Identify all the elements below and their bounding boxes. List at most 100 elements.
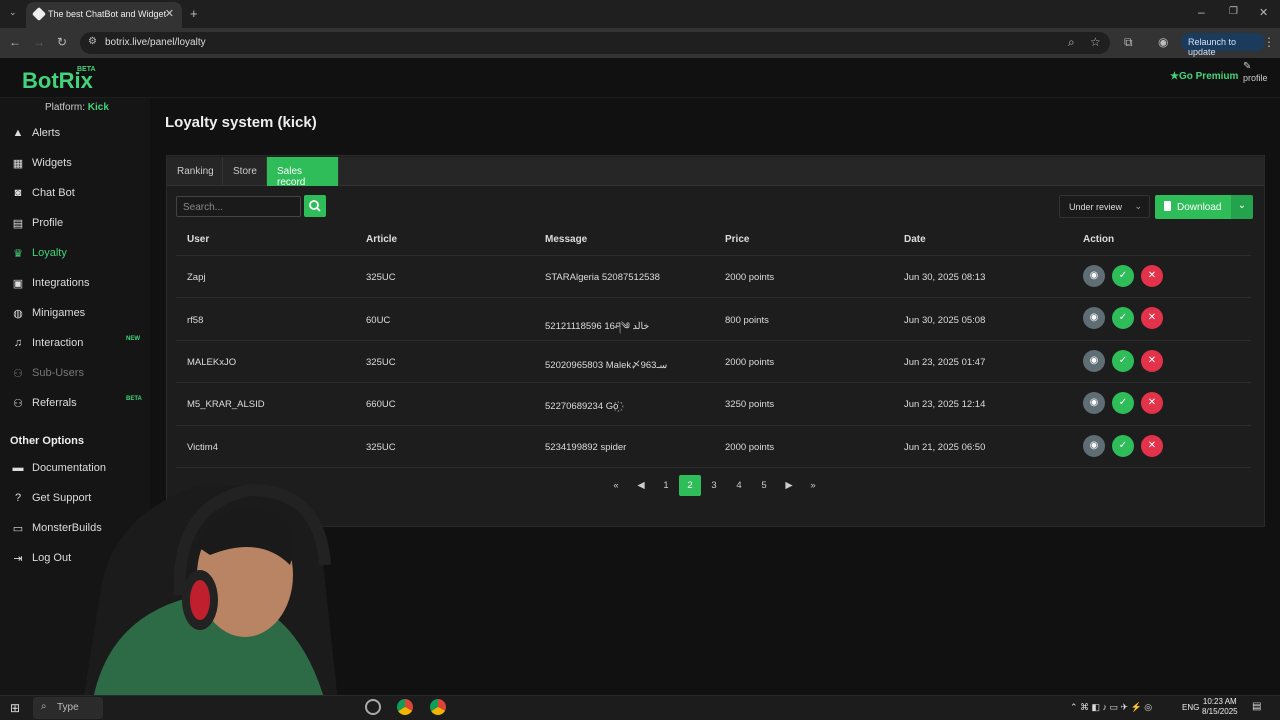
- language-indicator[interactable]: ENG: [1182, 703, 1199, 712]
- approve-button[interactable]: ✓: [1112, 435, 1134, 457]
- go-premium-label: Go Premium: [1178, 71, 1239, 82]
- next-page-button[interactable]: ▶: [778, 475, 800, 496]
- column-header-user: User: [187, 234, 210, 245]
- sidebar-item-profile[interactable]: ▤ Profile: [12, 217, 64, 230]
- edit-pen-icon: ✎: [1243, 61, 1252, 72]
- chrome-taskbar-icon[interactable]: [397, 699, 413, 715]
- view-button[interactable]: ◉: [1083, 350, 1105, 372]
- approve-button[interactable]: ✓: [1112, 350, 1134, 372]
- reject-button[interactable]: ✕: [1141, 392, 1163, 414]
- go-premium-link[interactable]: ★Go Premium: [1170, 71, 1238, 82]
- cell-price: 3250 points: [725, 399, 775, 410]
- sidebar-item-minigames[interactable]: ◍ Minigames: [12, 307, 85, 320]
- close-tab-icon[interactable]: ✕: [165, 7, 174, 20]
- zoom-icon[interactable]: ⌕: [1068, 35, 1075, 50]
- app-taskbar-icon[interactable]: [365, 699, 381, 715]
- book-icon: ▬: [12, 462, 24, 474]
- view-button[interactable]: ◉: [1083, 307, 1105, 329]
- cell-user: Victim4: [187, 442, 218, 453]
- start-windows-icon[interactable]: ⊞: [10, 701, 20, 715]
- sidebar-item-log-out[interactable]: ⇥ Log Out: [12, 552, 71, 565]
- extensions-icon[interactable]: ⧉: [1124, 35, 1133, 50]
- eye-icon: ◉: [1089, 355, 1099, 366]
- browser-menu-icon[interactable]: ⋮: [1263, 35, 1275, 49]
- eye-icon: ◉: [1089, 270, 1099, 281]
- reject-button[interactable]: ✕: [1141, 435, 1163, 457]
- sidebar-item-widgets[interactable]: ▦ Widgets: [12, 157, 72, 170]
- tab-sales-record[interactable]: Sales record: [267, 157, 339, 188]
- cell-price: 2000 points: [725, 272, 775, 283]
- tab-store[interactable]: Store: [223, 157, 267, 186]
- restore-icon[interactable]: ❐: [1229, 6, 1238, 17]
- cell-user: Zapj: [187, 272, 206, 283]
- status-filter-select[interactable]: Under review ⌄: [1059, 195, 1150, 218]
- reject-button[interactable]: ✕: [1141, 265, 1163, 287]
- back-icon[interactable]: ←: [9, 35, 21, 49]
- cell-date: Jun 30, 2025 08:13: [904, 272, 986, 283]
- clock-date: 8/15/2025: [1202, 707, 1238, 716]
- eye-icon: ◉: [1089, 397, 1099, 408]
- tab-ranking[interactable]: Ranking: [167, 157, 223, 186]
- sidebar-item-documentation[interactable]: ▬ Documentation: [12, 462, 107, 474]
- tray-icons[interactable]: ⌃ ⌘ ◧ ♪ ▭ ✈ ⚡ ◎: [1070, 702, 1152, 713]
- taskbar-clock[interactable]: 10:23 AM 8/15/2025: [1202, 697, 1238, 717]
- last-page-button[interactable]: »: [802, 475, 824, 496]
- close-icon: ✕: [1147, 355, 1157, 366]
- reject-button[interactable]: ✕: [1141, 350, 1163, 372]
- platform-label: Platform:: [45, 102, 86, 113]
- page-button-4[interactable]: 4: [728, 475, 750, 496]
- cell-price: 2000 points: [725, 357, 775, 368]
- close-window-icon[interactable]: ✕: [1259, 6, 1268, 19]
- beta-badge-referrals: BETA: [126, 396, 142, 402]
- sidebar-item-label: Loyalty: [32, 247, 67, 259]
- first-page-button[interactable]: «: [605, 475, 627, 496]
- prev-page-button[interactable]: ◀: [630, 475, 652, 496]
- search-icon: [309, 200, 321, 212]
- download-options-button[interactable]: ⌄: [1231, 195, 1253, 219]
- sidebar-item-referrals[interactable]: ⚇ Referrals: [12, 397, 77, 410]
- page-button-2[interactable]: 2: [679, 475, 701, 496]
- cell-message: 5234199892 spider: [545, 442, 627, 453]
- app-header: [0, 58, 1280, 98]
- cell-date: Jun 23, 2025 01:47: [904, 357, 986, 368]
- sidebar-item-label: Profile: [32, 217, 64, 229]
- sidebar-item-integrations[interactable]: ▣ Integrations: [12, 277, 90, 290]
- view-button[interactable]: ◉: [1083, 265, 1105, 287]
- sidebar-item-interaction[interactable]: ♫ Interaction: [12, 337, 84, 349]
- chevron-down-icon: ⌄: [1134, 201, 1142, 211]
- reload-icon[interactable]: ↻: [57, 35, 67, 49]
- taskbar-search[interactable]: ⌕ Type: [33, 697, 103, 719]
- view-button[interactable]: ◉: [1083, 435, 1105, 457]
- download-button[interactable]: Download: [1155, 195, 1231, 219]
- sidebar-item-chat-bot[interactable]: ◙ Chat Bot: [12, 187, 75, 199]
- browser-tab[interactable]: The best ChatBot and Widgets ✕: [26, 2, 182, 28]
- url-field[interactable]: [80, 32, 1110, 54]
- relaunch-button[interactable]: Relaunch to update: [1181, 33, 1265, 57]
- view-button[interactable]: ◉: [1083, 392, 1105, 414]
- bookmark-star-icon[interactable]: ☆: [1090, 35, 1101, 49]
- taskbar-search-label: Type: [57, 702, 79, 713]
- cell-date: Jun 21, 2025 06:50: [904, 442, 986, 453]
- reject-button[interactable]: ✕: [1141, 307, 1163, 329]
- search-input[interactable]: Search...: [176, 196, 301, 217]
- profile-avatar-icon[interactable]: ◉: [1158, 35, 1168, 49]
- forward-icon[interactable]: →: [33, 35, 45, 49]
- page-button-5[interactable]: 5: [753, 475, 775, 496]
- approve-button[interactable]: ✓: [1112, 307, 1134, 329]
- search-button[interactable]: [304, 195, 326, 217]
- profile-link[interactable]: profile: [1243, 73, 1268, 83]
- sidebar-item-label: Sub-Users: [32, 367, 84, 379]
- tab-list-icon[interactable]: ⌄: [9, 7, 17, 18]
- sidebar-item-loyalty[interactable]: ♛ Loyalty: [12, 247, 67, 260]
- sidebar-item-alerts[interactable]: ▲ Alerts: [12, 127, 61, 139]
- approve-button[interactable]: ✓: [1112, 392, 1134, 414]
- sidebar-item-sub-users[interactable]: ⚇ Sub-Users: [12, 367, 84, 380]
- notifications-icon[interactable]: ▤: [1252, 701, 1261, 712]
- page-button-1[interactable]: 1: [655, 475, 677, 496]
- site-info-icon[interactable]: ⚙: [88, 36, 97, 47]
- page-button-3[interactable]: 3: [703, 475, 725, 496]
- chrome-active-taskbar-icon[interactable]: [430, 699, 446, 715]
- approve-button[interactable]: ✓: [1112, 265, 1134, 287]
- new-tab-icon[interactable]: +: [190, 6, 198, 21]
- minimize-icon[interactable]: –: [1198, 5, 1205, 19]
